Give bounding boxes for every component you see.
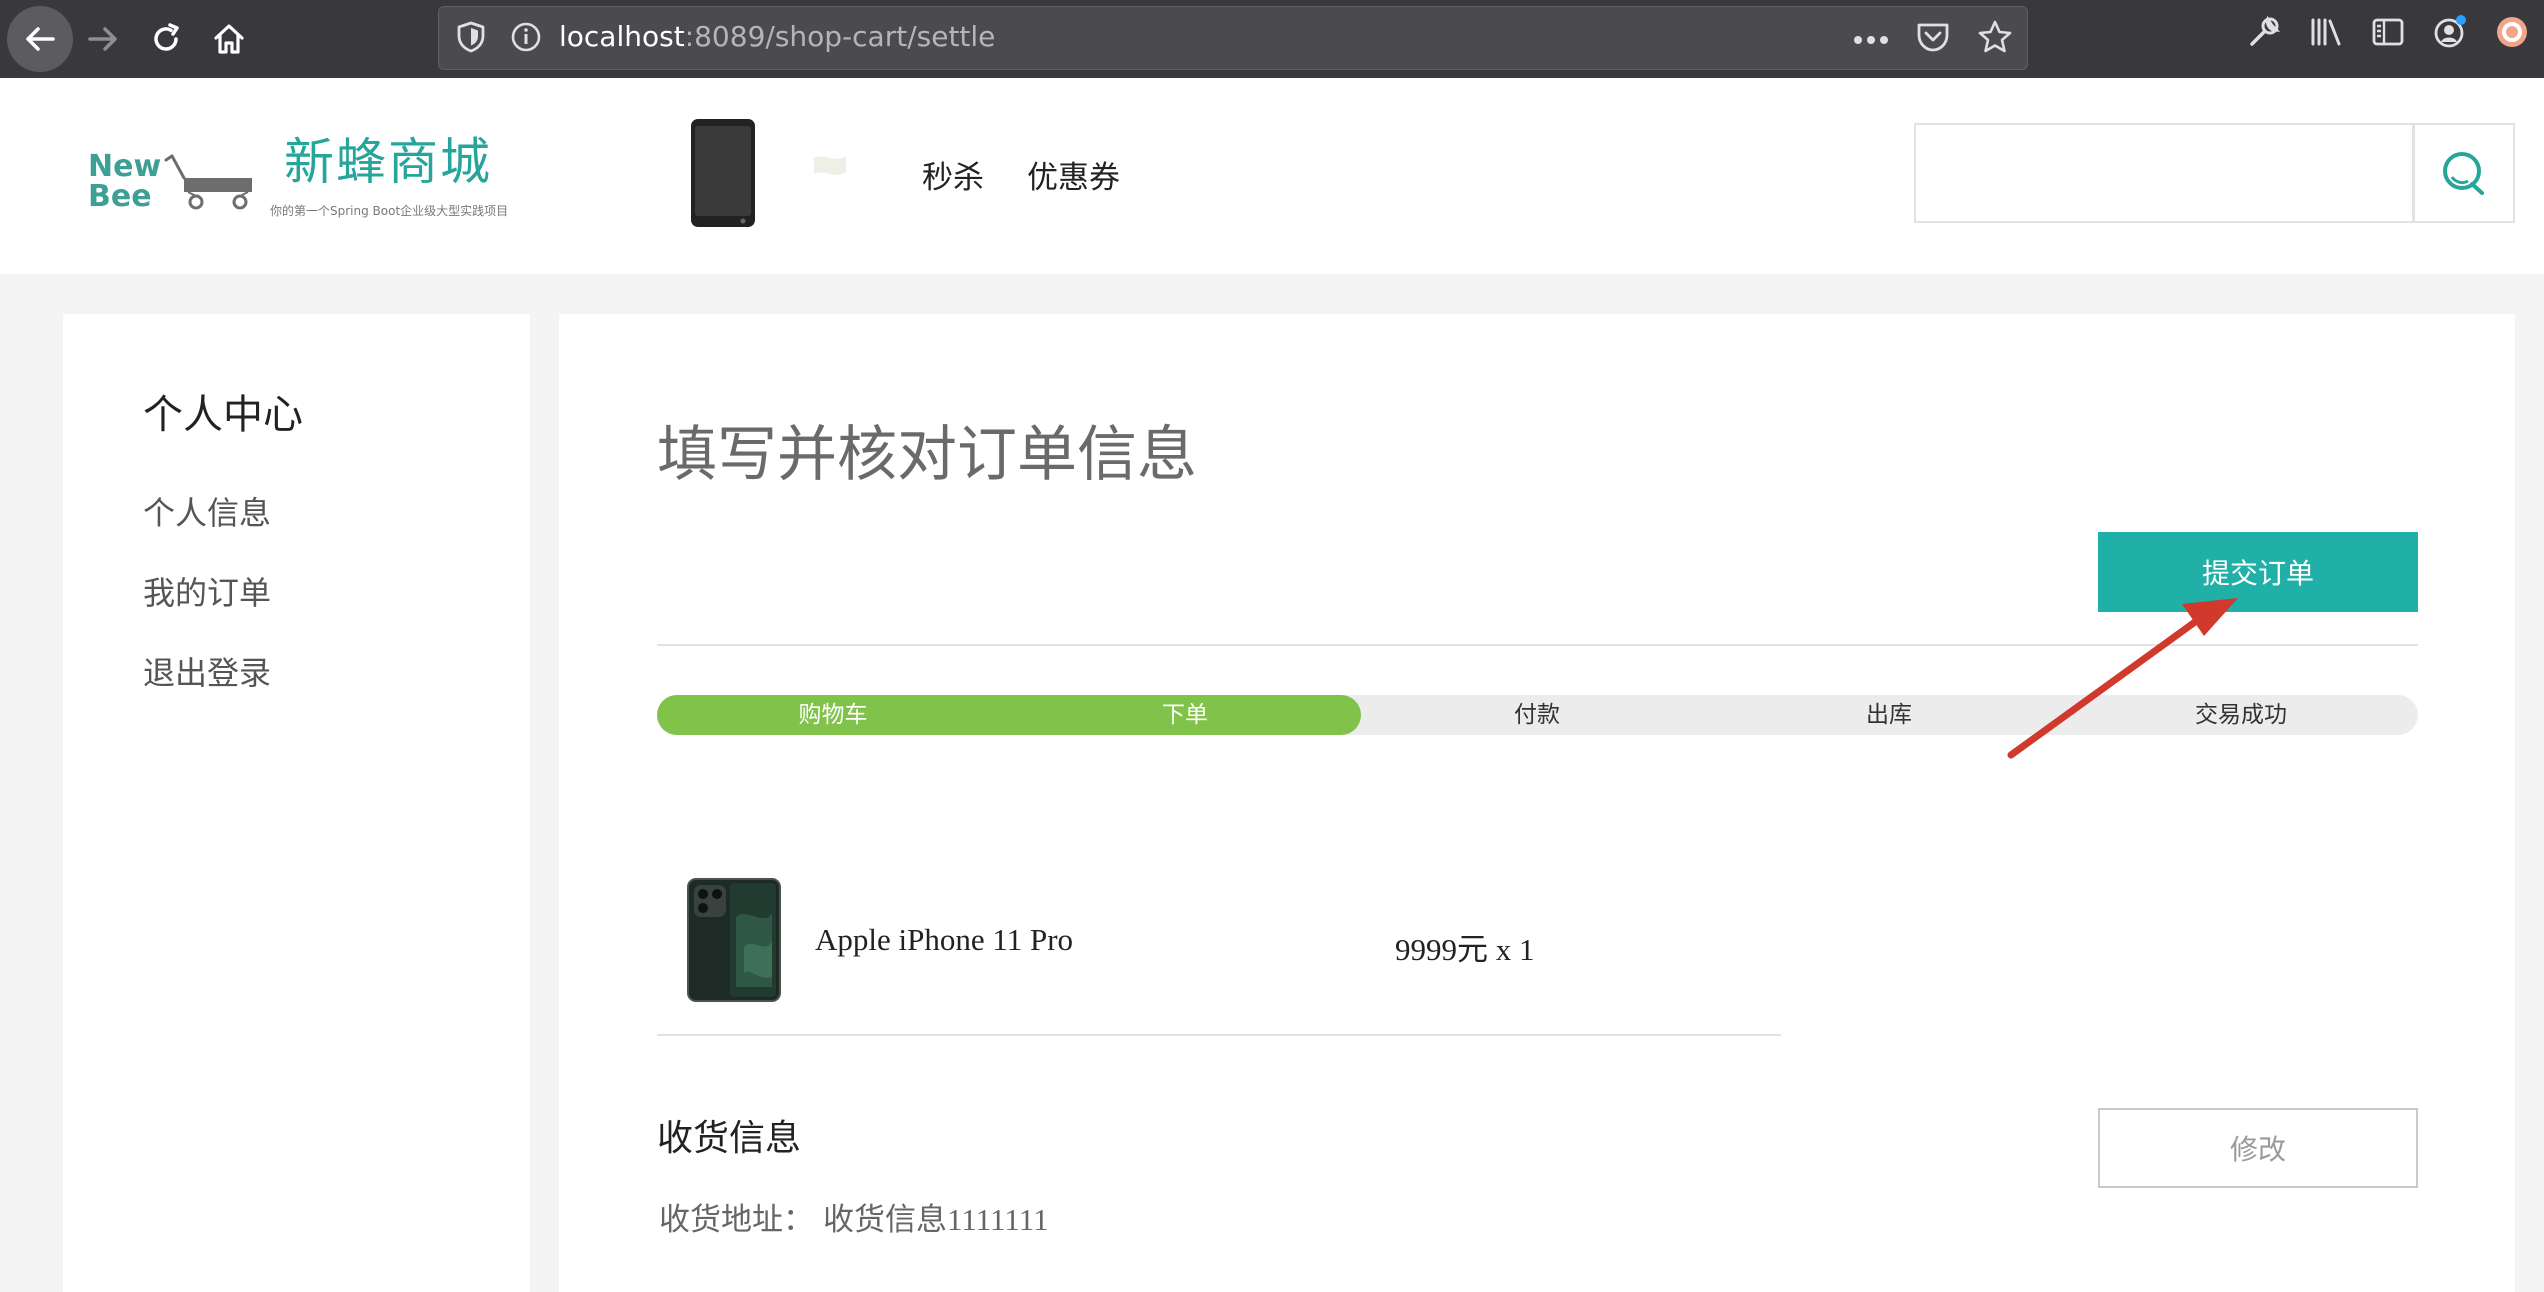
progress-step-place-order: 下单 (1162, 702, 1208, 728)
nav-seckill-link[interactable]: 秒杀 (922, 152, 984, 197)
sidebar-item-logout[interactable]: 退出登录 (143, 648, 271, 694)
search-input[interactable] (1914, 123, 2414, 223)
search-icon (2443, 152, 2484, 195)
url-path: :8089/shop-cart/settle (684, 20, 996, 53)
address-label: 收货地址： (659, 1202, 814, 1238)
page-title: 填写并核对订单信息 (657, 420, 1197, 490)
order-settle-panel: 填写并核对订单信息 提交订单 购物车 下单 付款 出库 交易成功 Apple i… (559, 314, 2515, 1292)
edit-address-button[interactable]: 修改 (2098, 1108, 2418, 1188)
promo-phone-image[interactable] (690, 118, 756, 232)
reload-button[interactable] (133, 6, 199, 72)
account-icon[interactable] (2432, 14, 2468, 54)
item-divider (657, 1034, 1781, 1036)
home-icon (214, 24, 244, 54)
title-divider (657, 644, 2418, 646)
pocket-icon[interactable] (1915, 20, 1951, 58)
sidebar-title: 个人中心 (143, 392, 303, 438)
browser-toolbar: localhost:8089/shop-cart/settle (0, 0, 2544, 78)
user-center-sidebar: 个人中心 个人信息 我的订单 退出登录 (63, 314, 530, 1292)
home-button[interactable] (196, 6, 262, 72)
forward-arrow-icon (88, 27, 117, 51)
wrench-icon[interactable] (2246, 14, 2282, 54)
site-info-icon[interactable] (509, 20, 543, 58)
back-arrow-icon (26, 27, 55, 51)
progress-step-complete: 交易成功 (2195, 702, 2287, 728)
address-value: 收货信息1111111 (823, 1202, 1049, 1237)
reload-icon (154, 23, 179, 51)
progress-step-payment: 付款 (1514, 702, 1560, 728)
product-image-iphone[interactable] (686, 877, 782, 1007)
sidebar-item-profile[interactable]: 个人信息 (143, 488, 271, 534)
site-title[interactable]: 新蜂商城 (284, 122, 492, 194)
url-host: localhost (559, 20, 685, 53)
tracking-protection-shield-icon[interactable] (455, 20, 487, 58)
shipping-info-title: 收货信息 (657, 1118, 802, 1159)
product-name[interactable]: Apple iPhone 11 Pro (815, 922, 1073, 958)
nav-coupon-link[interactable]: 优惠券 (1027, 152, 1120, 197)
sidebar-item-my-orders[interactable]: 我的订单 (143, 568, 271, 614)
extension-avatar-icon[interactable] (2494, 14, 2530, 54)
submit-order-button[interactable]: 提交订单 (2098, 532, 2418, 612)
library-icon[interactable] (2308, 14, 2344, 54)
product-price-qty: 9999元 x 1 (1395, 932, 1535, 967)
forward-button[interactable] (70, 6, 136, 72)
progress-step-outbound: 出库 (1866, 702, 1912, 728)
svg-text:Bee: Bee (88, 179, 152, 212)
order-progress-bar: 购物车 下单 付款 出库 交易成功 (657, 695, 2418, 735)
site-tagline: 你的第一个Spring Boot企业级大型实践项目 (270, 204, 509, 218)
search-button[interactable] (2413, 123, 2515, 223)
progress-step-cart: 购物车 (798, 702, 868, 728)
url-text[interactable]: localhost:8089/shop-cart/settle (559, 19, 995, 55)
promo-flag-image[interactable] (810, 150, 850, 184)
address-bar[interactable]: localhost:8089/shop-cart/settle (438, 6, 2028, 70)
bookmark-star-icon[interactable] (1977, 19, 2013, 59)
newbee-logo[interactable]: New Bee (86, 149, 256, 216)
page-actions-more-icon[interactable] (1853, 30, 1889, 49)
back-button[interactable] (7, 6, 73, 72)
sidebar-toggle-icon[interactable] (2370, 14, 2406, 54)
